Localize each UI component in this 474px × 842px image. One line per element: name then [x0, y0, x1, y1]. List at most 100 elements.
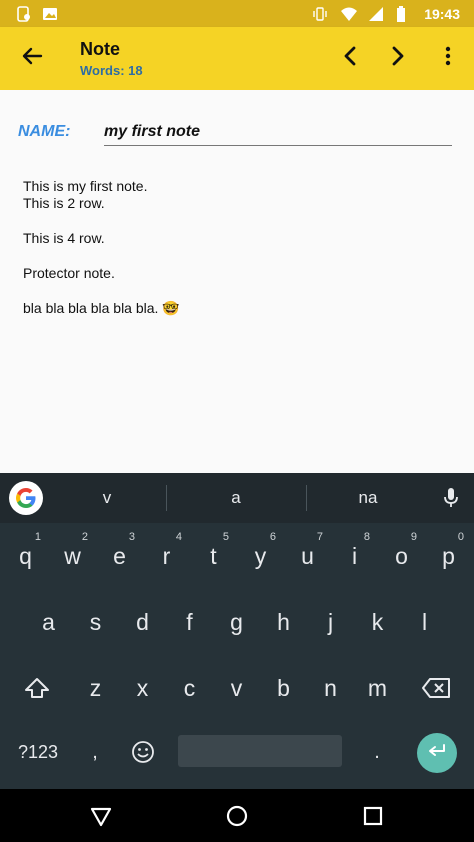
key-n[interactable]: n	[307, 655, 354, 721]
key-label: b	[277, 674, 290, 701]
nav-back-icon[interactable]	[84, 799, 118, 833]
emoji-icon[interactable]	[128, 735, 158, 769]
key-hint: 8	[363, 531, 370, 543]
enter-icon	[427, 743, 447, 764]
key-hint: 4	[175, 531, 182, 543]
key-row-3: z xcvbnm	[0, 655, 474, 721]
key-v[interactable]: v	[213, 655, 260, 721]
nav-recents-icon[interactable]	[356, 799, 390, 833]
app-bar: Note Words: 18	[0, 27, 474, 90]
enter-key[interactable]	[417, 733, 457, 773]
key-label: t	[210, 542, 217, 569]
key-hint: 9	[410, 531, 417, 543]
key-a[interactable]: a	[25, 589, 72, 655]
backspace-icon	[422, 678, 450, 698]
key-label: d	[136, 608, 149, 635]
key-label: r	[162, 542, 171, 569]
key-p[interactable]: p0	[425, 523, 472, 589]
key-label: h	[277, 608, 290, 635]
shift-icon	[25, 678, 49, 698]
key-label: g	[230, 608, 243, 635]
key-label: l	[421, 608, 428, 635]
key-e[interactable]: e3	[96, 523, 143, 589]
key-hint: 1	[34, 531, 41, 543]
key-label: k	[371, 608, 384, 635]
suggestion-1[interactable]: v	[48, 473, 166, 523]
notification-icon	[16, 5, 32, 22]
key-f[interactable]: f	[166, 589, 213, 655]
arrow-back-icon	[21, 45, 43, 72]
note-line: Protector note.	[23, 265, 115, 281]
key-h[interactable]: h	[260, 589, 307, 655]
navigation-bar	[0, 789, 474, 842]
next-note-button[interactable]	[374, 27, 422, 90]
key-label: u	[301, 542, 314, 569]
key-label: s	[89, 608, 102, 635]
key-z[interactable]: z	[72, 655, 119, 721]
key-j[interactable]: j	[307, 589, 354, 655]
key-hint: 0	[457, 531, 464, 543]
key-label: z	[89, 674, 102, 701]
key-label: o	[395, 542, 408, 569]
key-label: f	[186, 608, 193, 635]
key-g[interactable]: g	[213, 589, 260, 655]
note-name-input[interactable]	[104, 120, 452, 146]
key-q[interactable]: q1	[2, 523, 49, 589]
note-line: This is my first note.	[23, 178, 148, 194]
key-u[interactable]: u7	[284, 523, 331, 589]
comma-key[interactable]: ,	[80, 735, 110, 769]
suggestion-2[interactable]: a	[166, 473, 306, 523]
shift-key[interactable]	[12, 655, 62, 721]
note-line	[23, 282, 453, 300]
key-x[interactable]: x	[119, 655, 166, 721]
symbols-key[interactable]: ?123	[10, 735, 66, 769]
microphone-icon[interactable]	[436, 483, 466, 513]
soft-keyboard: v a na q1w2e3r4t5y6u7i8o9p0 asdfghjkl zx…	[0, 473, 474, 789]
key-hint: 3	[128, 531, 135, 543]
note-line: This is 2 row.	[23, 195, 105, 211]
back-button[interactable]	[0, 27, 64, 90]
key-label: m	[367, 674, 388, 701]
clock: 19:43	[424, 5, 460, 22]
key-b[interactable]: b	[260, 655, 307, 721]
key-row-1: q1w2e3r4t5y6u7i8o9p0	[0, 523, 474, 589]
key-t[interactable]: t5	[190, 523, 237, 589]
note-line: This is 4 row.	[23, 230, 105, 246]
wifi-icon	[340, 6, 358, 22]
key-l[interactable]: l	[401, 589, 448, 655]
backspace-key[interactable]	[410, 655, 462, 721]
key-k[interactable]: k	[354, 589, 401, 655]
key-c[interactable]: c	[166, 655, 213, 721]
name-label: NAME:	[18, 123, 71, 140]
key-hint: 7	[316, 531, 323, 543]
key-o[interactable]: o9	[378, 523, 425, 589]
nav-home-icon[interactable]	[220, 799, 254, 833]
key-label: p	[442, 542, 455, 569]
page-title: Note	[80, 39, 120, 59]
key-label: x	[136, 674, 149, 701]
note-line	[23, 212, 453, 230]
note-body-textarea[interactable]: This is my first note. This is 2 row. This…	[23, 178, 453, 317]
space-key[interactable]	[178, 735, 342, 767]
title-block: Note Words: 18	[80, 39, 143, 78]
key-m[interactable]: m	[354, 655, 401, 721]
more-options-button[interactable]	[422, 27, 474, 90]
note-line: bla bla bla bla bla bla. 🤓	[23, 300, 180, 316]
key-w[interactable]: w2	[49, 523, 96, 589]
key-s[interactable]: s	[72, 589, 119, 655]
battery-icon	[396, 5, 412, 22]
suggestion-3[interactable]: na	[306, 473, 430, 523]
previous-note-button[interactable]	[326, 27, 374, 90]
key-hint: 2	[81, 531, 88, 543]
google-logo-icon[interactable]	[9, 481, 43, 515]
key-i[interactable]: i8	[331, 523, 378, 589]
key-label: i	[351, 542, 358, 569]
more-vert-icon	[445, 46, 451, 71]
key-r[interactable]: r4	[143, 523, 190, 589]
suggestion-bar: v a na	[0, 473, 474, 523]
note-editor: NAME: This is my first note.This is 2 ro…	[0, 90, 474, 473]
period-key[interactable]: .	[362, 735, 392, 769]
key-d[interactable]: d	[119, 589, 166, 655]
chevron-left-icon	[343, 46, 357, 71]
key-y[interactable]: y6	[237, 523, 284, 589]
